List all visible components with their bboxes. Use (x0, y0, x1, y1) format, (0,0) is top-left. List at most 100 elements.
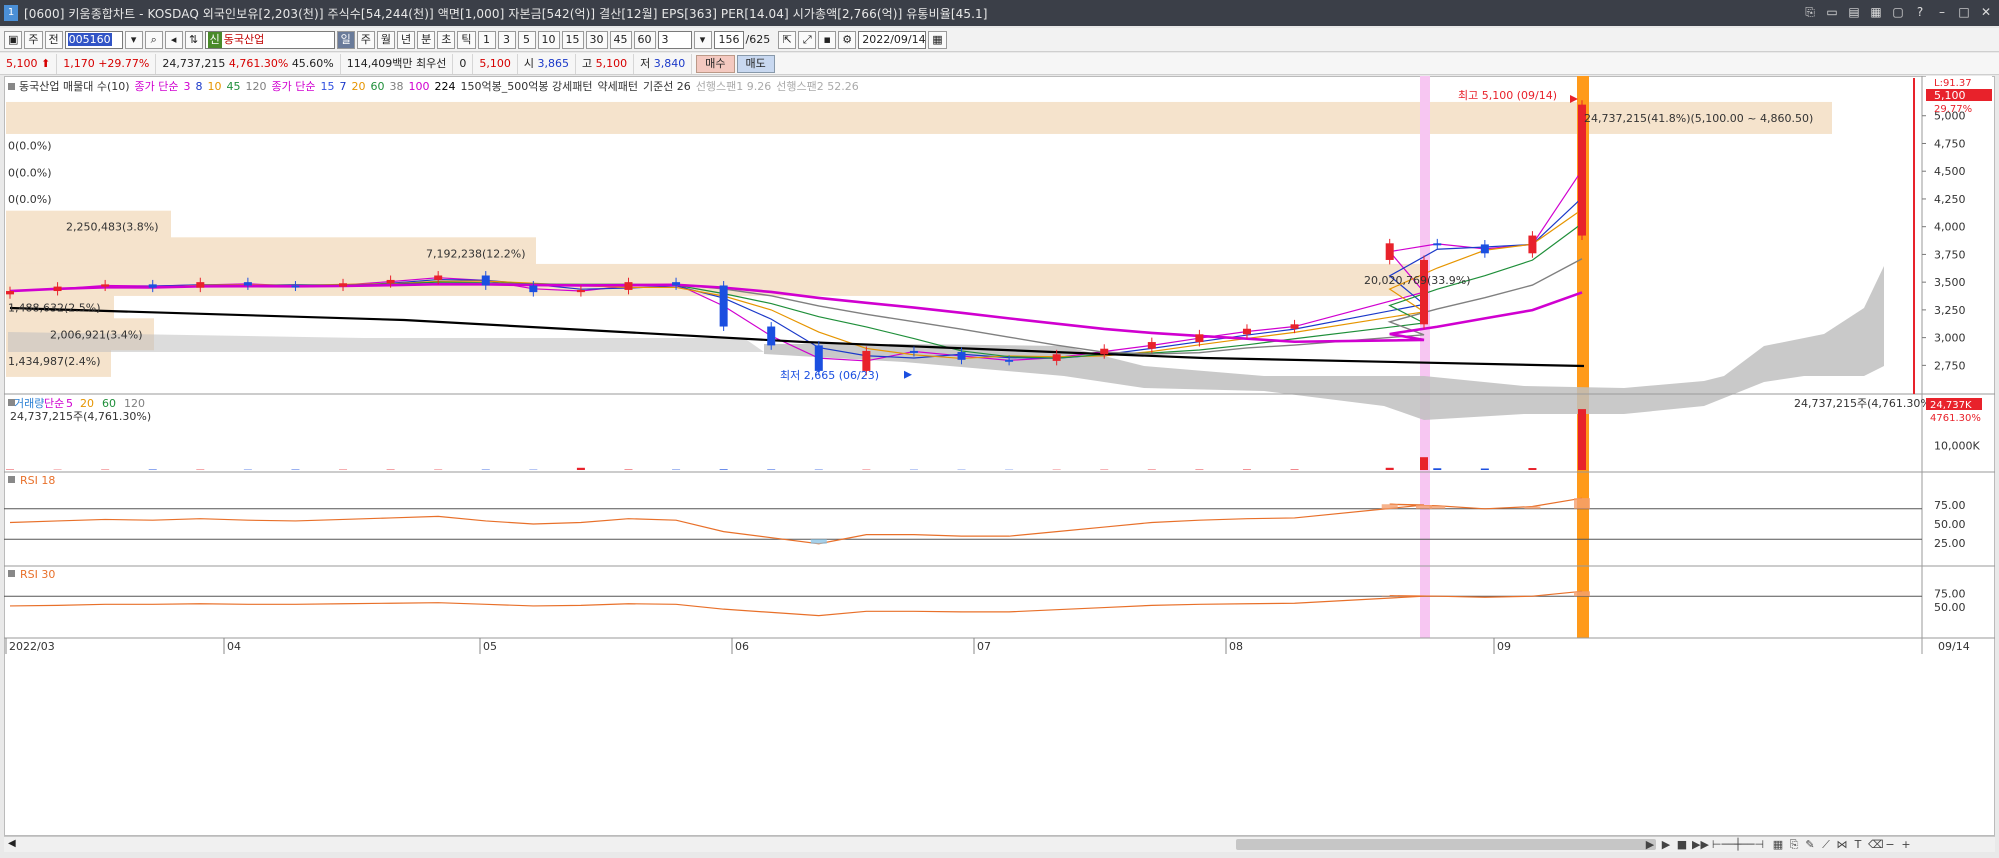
interval-select[interactable]: 3 (657, 30, 692, 49)
interval-60[interactable]: 60 (633, 30, 656, 49)
expand-icon[interactable]: ⇱ (778, 30, 797, 49)
candle-body[interactable] (1480, 244, 1489, 254)
date-input[interactable]: 2022/09/14 (858, 30, 927, 49)
price-legend-item[interactable]: 선행스팬1 9.26 (696, 80, 771, 93)
price-legend-item[interactable]: 종가 단순 (272, 80, 316, 93)
volume-bar[interactable] (1480, 468, 1489, 470)
tab-day[interactable]: 일 (336, 30, 355, 49)
volume-bar[interactable] (1385, 467, 1394, 470)
lock-icon[interactable]: ▢ (1891, 4, 1905, 20)
sell-button[interactable]: 매도 (736, 54, 775, 73)
calendar-icon[interactable]: ▦ (928, 30, 947, 49)
scroll-thumb[interactable] (1236, 839, 1656, 850)
close-icon[interactable]: ✕ (1979, 4, 1993, 20)
period-button-all[interactable]: 전 (44, 30, 63, 49)
price-legend-item[interactable]: 동국산업 매물대 수(10) (19, 80, 130, 93)
candle-body[interactable] (909, 350, 918, 353)
scroll-left-icon[interactable]: ◀ (8, 838, 16, 849)
interval-45[interactable]: 45 (609, 30, 632, 49)
layout-icon[interactable]: ▤ (1847, 4, 1861, 20)
prev-next-icon[interactable]: ⇅ (184, 30, 203, 49)
price-legend-item[interactable]: 20 (352, 80, 366, 93)
price-legend-item[interactable]: 224 (435, 80, 456, 93)
volume-bar[interactable] (1420, 457, 1428, 470)
price-legend-item[interactable]: 8 (196, 80, 203, 93)
eraser-icon[interactable]: ⌫ (1868, 838, 1884, 851)
tab-week[interactable]: 주 (356, 30, 375, 49)
candle-body[interactable] (1420, 259, 1428, 325)
candle-body[interactable] (1147, 342, 1156, 349)
text-icon[interactable]: T (1852, 838, 1864, 851)
candle-body[interactable] (1195, 334, 1204, 343)
candle-body[interactable] (101, 284, 110, 287)
interval-5[interactable]: 5 (517, 30, 536, 49)
candle-body[interactable] (1528, 235, 1537, 254)
stock-code-input[interactable]: 005160 (64, 30, 123, 49)
scroll-right-icon[interactable]: ▶ (1644, 838, 1656, 851)
tab-month[interactable]: 월 (376, 30, 396, 49)
candle-body[interactable] (148, 284, 157, 288)
interval-1[interactable]: 1 (477, 30, 496, 49)
interval-dropdown-icon[interactable]: ▾ (693, 30, 712, 49)
candle-body[interactable] (1005, 359, 1014, 362)
save-icon[interactable]: ▪ (818, 30, 837, 49)
draw-icon[interactable]: ✎ (1804, 838, 1816, 851)
interval-15[interactable]: 15 (561, 30, 584, 49)
candle-body[interactable] (53, 286, 62, 292)
candle-body[interactable] (291, 285, 300, 288)
link-icon[interactable]: ⎘ (1803, 4, 1817, 20)
search-icon[interactable]: ⌕ (144, 30, 163, 49)
help-icon[interactable]: ? (1913, 4, 1927, 20)
volume-bar[interactable] (719, 469, 728, 470)
candle-body[interactable] (672, 282, 681, 286)
candle-body[interactable] (434, 275, 443, 280)
candle-body[interactable] (1290, 324, 1299, 329)
minimize-icon[interactable]: – (1935, 4, 1949, 20)
price-legend-item[interactable]: 45 (227, 80, 241, 93)
price-legend-item[interactable]: 7 (340, 80, 347, 93)
price-legend-item[interactable]: 60 (371, 80, 385, 93)
settings-icon[interactable]: ⚙ (838, 30, 857, 49)
interval-30[interactable]: 30 (585, 30, 608, 49)
volume-bar[interactable] (1433, 468, 1442, 470)
trend-icon[interactable]: ⟋ (1820, 838, 1832, 851)
candle-body[interactable] (386, 279, 395, 284)
tab-year[interactable]: 년 (397, 30, 416, 49)
candle-body[interactable] (481, 275, 490, 286)
candle-body[interactable] (957, 352, 966, 360)
candle-body[interactable] (6, 291, 14, 295)
price-legend-item[interactable]: 15 (321, 80, 335, 93)
price-legend-item[interactable]: 종가 단순 (135, 80, 179, 93)
candle-body[interactable] (529, 285, 538, 293)
maximize-icon[interactable]: □ (1957, 4, 1971, 20)
volume-bar[interactable] (1578, 409, 1586, 470)
stop-icon[interactable]: ■ (1676, 838, 1688, 851)
price-legend-item[interactable]: 기준선 26 (643, 80, 691, 93)
fib-icon[interactable]: ⋈ (1836, 838, 1848, 851)
volume-bar[interactable] (1528, 468, 1537, 470)
interval-10[interactable]: 10 (537, 30, 560, 49)
candle-body[interactable] (624, 282, 633, 290)
zoom-in-icon[interactable]: + (1900, 838, 1912, 851)
price-legend-item[interactable]: 38 (390, 80, 404, 93)
chart-svg[interactable]: 24,737,215(41.8%)(5,100.00 ~ 4,860.50) 0(… (4, 76, 1995, 836)
candle-body[interactable] (1242, 328, 1251, 335)
count-input[interactable]: 156 (713, 30, 744, 49)
candle-body[interactable] (814, 345, 823, 371)
zoom-slider-icon[interactable]: ⊢──┼──⊣ (1708, 838, 1768, 851)
buy-button[interactable]: 매수 (696, 54, 735, 73)
copy-icon[interactable]: ⎘ (1788, 838, 1800, 851)
period-button-week[interactable]: 주 (24, 30, 43, 49)
candle-body[interactable] (1385, 243, 1394, 260)
candle-body[interactable] (1052, 354, 1061, 361)
candle-body[interactable] (196, 282, 205, 288)
volume-bar[interactable] (1290, 469, 1299, 470)
chart-menu-icon[interactable]: ▣ (4, 30, 23, 49)
volume-bar[interactable] (576, 467, 585, 470)
stock-name-field[interactable]: 신 동국산업 (204, 30, 335, 49)
volume-bars[interactable] (6, 409, 1586, 470)
code-dropdown-icon[interactable]: ▾ (124, 30, 143, 49)
candle-body[interactable] (576, 289, 585, 293)
price-legend-item[interactable]: 10 (208, 80, 222, 93)
price-legend-item[interactable]: 120 (246, 80, 267, 93)
